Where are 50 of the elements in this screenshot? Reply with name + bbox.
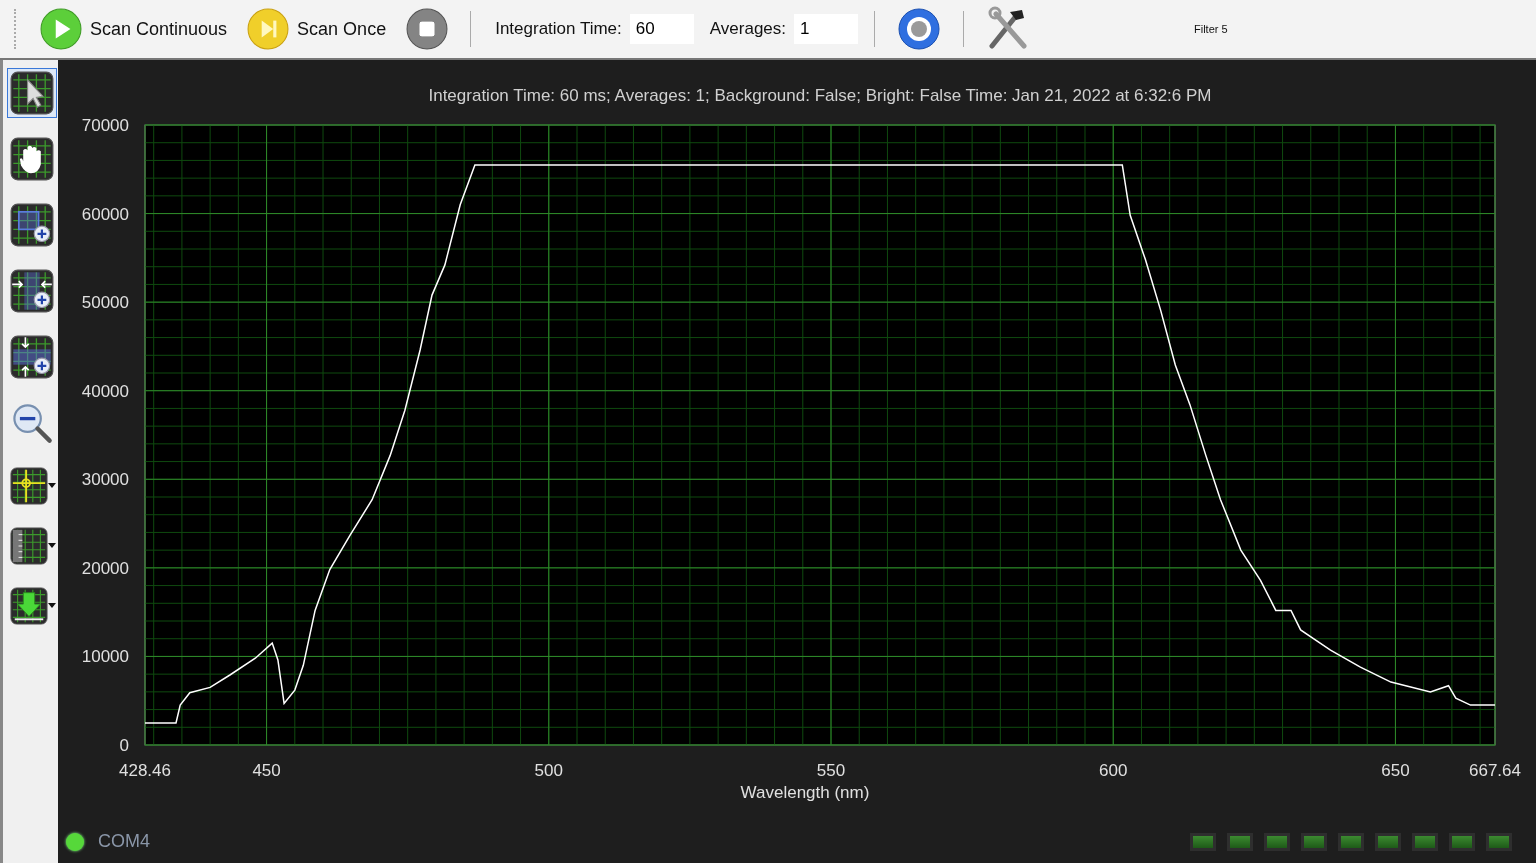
zoom-horizontal-tool-button[interactable] — [7, 266, 57, 316]
pan-tool-button[interactable] — [7, 134, 57, 184]
download-tool-button[interactable] — [7, 584, 59, 628]
x-tick-label: 667.64 — [1469, 761, 1521, 780]
play-icon — [40, 8, 82, 50]
ruler-icon — [10, 527, 48, 565]
x-tick-label: 500 — [534, 761, 563, 780]
download-icon — [10, 587, 48, 625]
caret-icon — [48, 543, 56, 549]
hand-icon — [10, 137, 54, 181]
zoom-out-icon — [10, 401, 54, 445]
x-axis-title: Wavelength (nm) — [740, 783, 870, 802]
zoom-box-tool-button[interactable] — [7, 200, 57, 250]
crosshair-icon — [10, 467, 48, 505]
y-tick-label: 40000 — [81, 381, 129, 401]
caret-icon — [48, 483, 56, 489]
port-label: COM4 — [98, 831, 150, 852]
zoom-vertical-tool-button[interactable] — [7, 332, 57, 382]
x-tick-label: 450 — [252, 761, 281, 780]
y-tick-label: 10000 — [81, 647, 129, 667]
caret-icon — [48, 603, 56, 609]
zoom-vertical-icon — [10, 335, 54, 379]
integration-time-label: Integration Time: — [495, 19, 622, 39]
tools-icon — [986, 6, 1030, 52]
pointer-tool-button[interactable] — [7, 68, 57, 118]
zoom-box-icon — [10, 203, 54, 247]
ruler-tool-button[interactable] — [7, 524, 59, 568]
x-tick-label: 650 — [1381, 761, 1410, 780]
y-tick-label: 0 — [119, 736, 129, 755]
chart-title: Integration Time: 60 ms; Averages: 1; Background: False; Bright: False Time: Jan 21, 2022 at 6:32:6 PM — [428, 86, 1212, 105]
y-tick-label: 70000 — [81, 116, 129, 135]
step-button[interactable]: Scan Once — [241, 6, 393, 52]
y-tick-label: 60000 — [81, 204, 129, 224]
filter-label: Filter 5 — [1194, 23, 1228, 35]
x-tick-label: 600 — [1099, 761, 1128, 780]
x-tick-label: 428.46 — [119, 761, 171, 780]
averages-field[interactable]: 1 — [794, 14, 858, 44]
y-tick-label: 50000 — [81, 293, 129, 313]
y-tick-label: 30000 — [81, 470, 129, 490]
y-tick-label: 20000 — [81, 558, 129, 578]
crosshair-tool-button[interactable] — [7, 464, 59, 508]
zoom-horizontal-icon — [10, 269, 54, 313]
play-button[interactable]: Scan Continuous — [34, 6, 234, 52]
averages-label: Averages: — [709, 19, 786, 39]
record-icon — [897, 7, 941, 51]
stop-icon — [406, 8, 449, 50]
step-icon — [247, 8, 290, 50]
pointer-icon — [10, 71, 54, 115]
x-tick-label: 550 — [816, 761, 846, 780]
integration-time-field[interactable]: 60 — [629, 14, 694, 44]
